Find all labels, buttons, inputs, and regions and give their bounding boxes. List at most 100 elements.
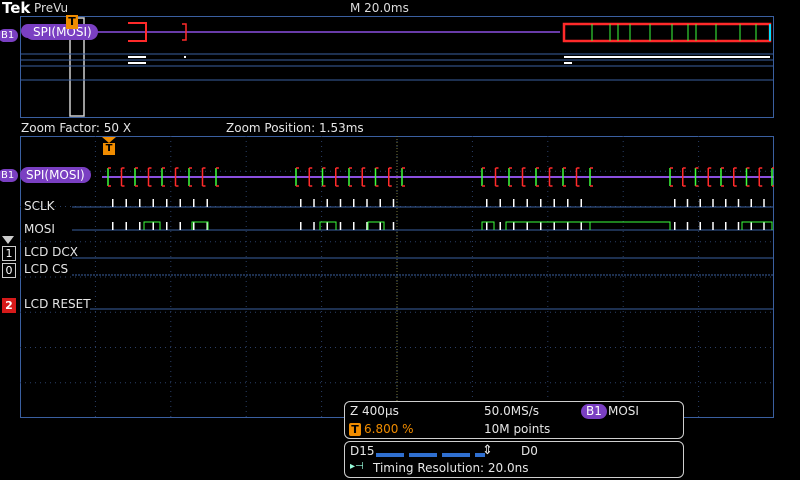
mosi-pulse [763,222,765,230]
overview-waveforms [20,16,774,117]
mosi-pulse [674,222,676,230]
sclk-pulse [750,199,752,207]
overview-bus-label[interactable]: SPI(MOSI) [25,24,98,40]
sclk-pulse [353,199,355,207]
mosi-pulse [499,222,501,230]
lcd-cs-label: LCD CS [24,262,69,276]
mosi-pulse [193,222,195,230]
sclk-pulse [725,199,727,207]
top-bar: Tek PreVu M 20.0ms [0,0,800,17]
mosi-high [589,221,671,230]
sclk-pulse [686,199,689,207]
digital-channel-bar [376,453,485,457]
sclk-pulse [379,199,381,207]
trigger-source-badge: B1 [581,404,607,419]
lcd-reset-label: LCD RESET [24,297,91,311]
sclk-label: SCLK [24,199,55,213]
sclk-pulse [366,199,368,207]
sclk-pulse [486,199,488,207]
sclk-pulse [326,199,328,207]
acquisition-mode: PreVu [34,1,69,15]
overview-trigger-marker[interactable]: T [66,15,78,29]
sclk-pulse [206,199,208,207]
record-length: 10M points [484,422,551,436]
zoom-scale: Z 400µs [350,404,399,418]
acquisition-readout[interactable]: Z 400µs 50.0MS/s B1 MOSI T 6.800 % 10M po… [344,401,684,439]
sclk-pulse [513,199,515,207]
zoom-waveforms [20,136,774,418]
sclk-pulse [580,199,582,207]
brand-logo: Tek [2,0,31,17]
mosi-pulse [139,222,141,230]
overview-burst [562,22,772,43]
channel-marker-0[interactable]: 0 [2,263,16,278]
sclk-pulse [313,199,315,207]
mosi-high [481,221,495,230]
channel-marker-2[interactable]: 2 [2,298,16,313]
overview-window[interactable]: B1 SPI(MOSI) T [20,15,774,118]
sclk-pulse [553,199,555,207]
sclk-pulse [193,199,195,207]
mosi-pulse [300,222,302,230]
trigger-source: MOSI [608,404,639,418]
mosi-pulse [313,222,315,230]
mosi-pulse [513,222,515,230]
mosi-pulse [712,222,714,230]
mosi-pulse [686,222,689,230]
sclk-pulse [737,199,740,207]
sclk-pulse [540,199,542,207]
sclk-pulse [699,199,701,207]
sclk-pulse [499,199,501,207]
mosi-pulse [540,222,542,230]
mosi-pulse [486,222,488,230]
zoom-bus-label[interactable]: SPI(MOSI) [20,167,91,183]
mosi-pulse [379,222,381,230]
mosi-pulse [179,222,181,230]
overview-bus-side-badge[interactable]: B1 [0,29,19,42]
mosi-high [741,221,773,230]
horizontal-scale[interactable]: M 20.0ms [350,1,409,15]
digital-readout[interactable]: D15 ⇕ D0 ▸⊣ Timing Resolution: 20.0ns [344,441,684,478]
mosi-pulse [750,222,752,230]
mosi-pulse [112,222,114,230]
sclk-pulse [763,199,765,207]
mosi-pulse [125,222,127,230]
digital-low-channel: D0 [521,444,538,458]
mosi-pulse [725,222,727,230]
updown-arrow-icon[interactable]: ⇕ [482,443,493,458]
sclk-pulse [300,199,302,207]
mosi-pulse [526,222,528,230]
sclk-pulse [674,199,676,207]
zoom-position: Zoom Position: 1.53ms [226,121,364,135]
sample-rate: 50.0MS/s [484,404,539,418]
sclk-pulse [567,199,569,207]
mosi-high [143,221,161,230]
sclk-pulse [125,199,127,207]
mosi-pulse [392,222,395,230]
mosi-high [367,221,385,230]
sclk-pulse [392,199,395,207]
channel-marker-1[interactable]: 1 [2,246,16,261]
mosi-pulse [353,222,355,230]
lcd-dcx-label: LCD DCX [24,245,78,259]
trigger-position-icon: T [349,423,361,436]
sclk-pulse [139,199,141,207]
mosi-pulse [553,222,555,230]
zoom-factor: Zoom Factor: 50 X [21,121,132,135]
trigger-position: T 6.800 % [349,422,414,436]
sclk-pulse [112,199,114,207]
digital-high-channel: D15 [350,444,375,458]
mosi-pulse [580,222,582,230]
mosi-pulse [166,222,168,230]
sclk-pulse [166,199,168,207]
zoom-window[interactable] [20,136,774,418]
mosi-pulse [567,222,569,230]
digital-group-arrow-icon [2,236,16,246]
overview-burst-edges [591,24,757,41]
mosi-label: MOSI [24,222,55,236]
mosi-pulse [699,222,701,230]
mosi-pulse [339,222,342,230]
mosi-pulse [737,222,740,230]
zoom-bus-side-badge[interactable]: B1 [0,169,19,182]
sclk-pulse [152,199,154,207]
